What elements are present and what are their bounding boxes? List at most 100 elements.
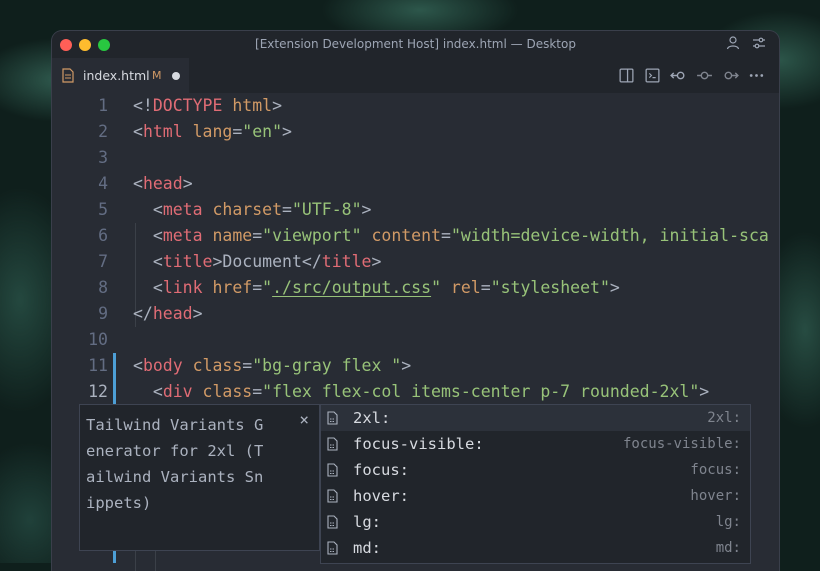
code-token: head — [152, 304, 193, 323]
editor-actions — [618, 67, 765, 84]
snippet-icon — [327, 437, 338, 451]
code-token: = — [242, 356, 253, 375]
git-commit-icon[interactable] — [696, 67, 713, 84]
code-line[interactable]: 6 <meta name="viewport" content="width=d… — [52, 223, 779, 249]
close-details-button[interactable]: × — [299, 410, 309, 429]
code-text: <head> — [133, 171, 193, 197]
suggestion-detail: focus: — [690, 462, 741, 478]
code-line[interactable]: 11 <body class="bg-gray flex "> — [52, 353, 779, 379]
suggestion-label: focus: — [353, 461, 409, 479]
account-icon[interactable] — [725, 35, 741, 51]
tab-bar: index.html M — [52, 58, 779, 93]
code-line[interactable]: 12 <div class="flex flex-col items-cente… — [52, 379, 779, 405]
code-token: class — [192, 382, 253, 401]
line-number: 3 — [98, 148, 108, 167]
suggestion-details-panel: Tailwind Variants G enerator for 2xl (T … — [79, 404, 320, 551]
code-token: ./src/output.css — [272, 278, 432, 297]
snippet-icon — [327, 541, 338, 555]
line-number: 11 — [88, 356, 108, 375]
code-line[interactable]: 5 <meta charset="UTF-8"> — [52, 197, 779, 223]
code-token: href — [202, 278, 253, 297]
suggestion-item[interactable]: lg: lg: — [321, 509, 750, 535]
suggestion-label: focus-visible: — [353, 435, 484, 453]
code-token: "UTF-8" — [291, 200, 362, 219]
code-token: rel — [441, 278, 481, 297]
suggestion-label: 2xl: — [353, 409, 391, 427]
suggestion-item[interactable]: 2xl: 2xl: — [321, 405, 750, 431]
code-text: <body class="bg-gray flex "> — [133, 353, 411, 379]
code-token: </ — [133, 304, 153, 323]
suggestion-item[interactable]: focus-visible: focus-visible: — [321, 431, 750, 457]
code-token: div — [162, 382, 193, 401]
code-line[interactable]: 10 — [52, 327, 779, 353]
line-number: 9 — [98, 304, 108, 323]
code-token: " — [262, 278, 273, 297]
code-token: < — [133, 382, 163, 401]
code-token: "bg-gray flex " — [252, 356, 402, 375]
split-editor-icon[interactable] — [644, 67, 661, 84]
code-token: "viewport" — [262, 226, 362, 245]
suggestion-label: lg: — [353, 513, 381, 531]
code-token: head — [142, 174, 183, 193]
go-back-icon[interactable] — [670, 67, 687, 84]
suggestion-detail: 2xl: — [707, 410, 741, 426]
code-text: <meta name="viewport" content="width=dev… — [133, 223, 769, 249]
code-token: content — [361, 226, 441, 245]
code-text: </head> — [133, 301, 203, 327]
code-line[interactable]: 3 — [52, 145, 779, 171]
code-token: lang — [182, 122, 233, 141]
line-number: 12 — [88, 382, 108, 401]
snippet-icon — [327, 463, 338, 477]
suggestion-details-text: Tailwind Variants G enerator for 2xl (T … — [86, 416, 264, 512]
unsaved-dot-icon[interactable] — [172, 72, 180, 80]
suggestion-item[interactable]: hover: hover: — [321, 483, 750, 509]
code-token: title — [162, 252, 213, 271]
modified-status-badge: M — [152, 69, 162, 82]
go-forward-icon[interactable] — [722, 67, 739, 84]
suggestion-widget[interactable]: 2xl: 2xl: focus-visible: focus-visible: focu… — [320, 404, 751, 564]
code-token: < — [133, 200, 163, 219]
code-token: = — [232, 122, 243, 141]
tab-index-html[interactable]: index.html M — [52, 58, 189, 93]
suggestion-item[interactable]: md: md: — [321, 535, 750, 561]
code-token: html — [142, 122, 183, 141]
code-token: " — [431, 278, 441, 297]
suggestion-label: md: — [353, 539, 381, 557]
line-number: 10 — [88, 330, 108, 349]
code-text: <html lang="en"> — [133, 119, 292, 145]
code-line[interactable]: 1 <!DOCTYPE html> — [52, 93, 779, 119]
open-preview-icon[interactable] — [618, 67, 635, 84]
window-title: [Extension Development Host] index.html … — [255, 37, 576, 51]
code-token: < — [133, 356, 143, 375]
code-token: class — [182, 356, 243, 375]
line-number: 2 — [98, 122, 108, 141]
tab-label: index.html — [83, 68, 150, 83]
suggestion-detail: lg: — [715, 514, 741, 530]
code-line[interactable]: 7 <title>Document</title> — [52, 249, 779, 275]
snippet-icon — [327, 411, 338, 425]
vscode-window: [Extension Development Host] index.html … — [52, 31, 779, 571]
code-token: DOCTYPE — [152, 96, 223, 115]
html-file-icon — [62, 68, 74, 83]
code-token: >Document</ — [212, 252, 322, 271]
title-bar: [Extension Development Host] index.html … — [52, 31, 779, 58]
code-line[interactable]: 2 <html lang="en"> — [52, 119, 779, 145]
snippet-icon — [327, 489, 338, 503]
suggestion-detail: md: — [715, 540, 741, 556]
suggestion-label: hover: — [353, 487, 409, 505]
code-token: charset — [202, 200, 283, 219]
code-line[interactable]: 9 </head> — [52, 301, 779, 327]
code-text: <link href="./src/output.css" rel="style… — [133, 275, 620, 301]
code-line[interactable]: 4 <head> — [52, 171, 779, 197]
code-token: meta — [162, 200, 203, 219]
code-line[interactable]: 8 <link href="./src/output.css" rel="sty… — [52, 275, 779, 301]
line-number: 7 — [98, 252, 108, 271]
settings-sliders-icon[interactable] — [751, 35, 767, 51]
suggestion-item[interactable]: focus: focus: — [321, 457, 750, 483]
code-text: <meta charset="UTF-8"> — [133, 197, 372, 223]
line-number: 6 — [98, 226, 108, 245]
more-actions-icon[interactable] — [748, 67, 765, 84]
code-token: < — [133, 122, 143, 141]
code-token: "en" — [242, 122, 283, 141]
code-token: name — [202, 226, 253, 245]
